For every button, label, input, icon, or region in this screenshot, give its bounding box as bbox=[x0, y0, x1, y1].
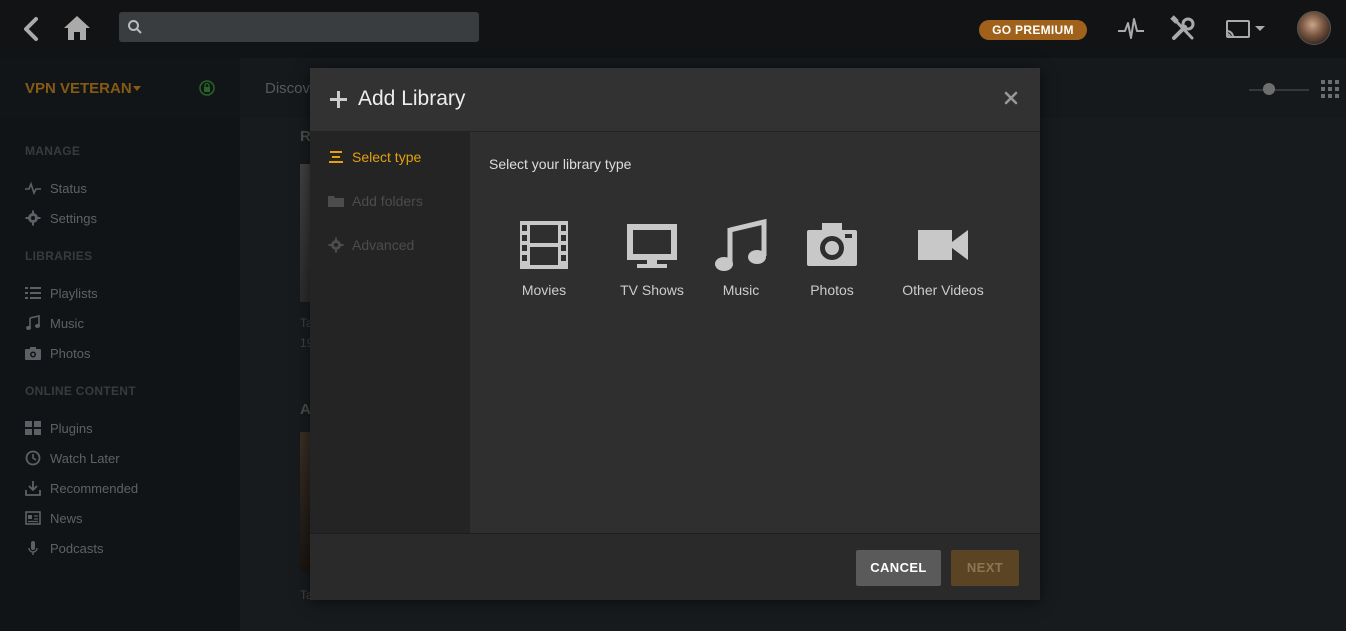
video-camera-icon bbox=[918, 230, 968, 260]
step-select-type[interactable]: Select type bbox=[328, 147, 421, 167]
library-type-label: TV Shows bbox=[620, 282, 684, 298]
panel-prompt: Select your library type bbox=[489, 156, 632, 172]
library-type-label: Other Videos bbox=[902, 282, 984, 298]
back-icon[interactable] bbox=[20, 16, 42, 42]
library-type-tv-shows[interactable]: TV Shows bbox=[610, 218, 694, 298]
library-type-label: Photos bbox=[810, 282, 854, 298]
activity-icon[interactable] bbox=[1116, 14, 1146, 44]
add-library-dialog: Add Library Select type Add folders Adva… bbox=[310, 68, 1040, 600]
search-input[interactable] bbox=[149, 12, 473, 42]
library-type-panel: Select your library type Movies TV Shows bbox=[470, 132, 1040, 533]
step-advanced: Advanced bbox=[328, 235, 414, 255]
settings-icon[interactable] bbox=[1168, 14, 1198, 44]
wizard-steps: Select type Add folders Advanced bbox=[310, 132, 470, 533]
cast-icon[interactable] bbox=[1224, 14, 1268, 44]
music-icon bbox=[715, 218, 767, 271]
list-icon bbox=[329, 151, 343, 163]
library-type-label: Movies bbox=[521, 282, 567, 298]
library-type-movies[interactable]: Movies bbox=[517, 218, 571, 298]
search-bar[interactable] bbox=[119, 12, 479, 42]
step-add-folders: Add folders bbox=[328, 191, 423, 211]
dialog-header: Add Library bbox=[310, 68, 1040, 132]
avatar[interactable] bbox=[1297, 11, 1331, 45]
dialog-footer: CANCEL NEXT bbox=[310, 533, 1040, 600]
plus-icon bbox=[330, 91, 347, 108]
close-icon[interactable] bbox=[1003, 90, 1019, 106]
camera-icon bbox=[807, 223, 857, 266]
cancel-button[interactable]: CANCEL bbox=[856, 550, 941, 586]
go-premium-button[interactable]: GO PREMIUM bbox=[979, 20, 1087, 40]
next-button[interactable]: NEXT bbox=[951, 550, 1019, 586]
folder-icon bbox=[328, 196, 344, 207]
gear-icon bbox=[328, 237, 344, 253]
dialog-title: Add Library bbox=[358, 87, 466, 110]
step-label: Add folders bbox=[352, 193, 423, 209]
top-bar: GO PREMIUM bbox=[0, 0, 1346, 58]
library-type-label: Music bbox=[722, 282, 760, 298]
library-type-other-videos[interactable]: Other Videos bbox=[893, 218, 993, 298]
step-label: Advanced bbox=[352, 237, 415, 253]
search-icon bbox=[128, 20, 142, 34]
library-type-music[interactable]: Music bbox=[714, 218, 768, 298]
film-icon bbox=[520, 221, 568, 269]
home-icon[interactable] bbox=[63, 14, 91, 42]
tv-icon bbox=[627, 224, 677, 268]
library-type-photos[interactable]: Photos bbox=[805, 218, 859, 298]
step-label: Select type bbox=[352, 149, 422, 165]
